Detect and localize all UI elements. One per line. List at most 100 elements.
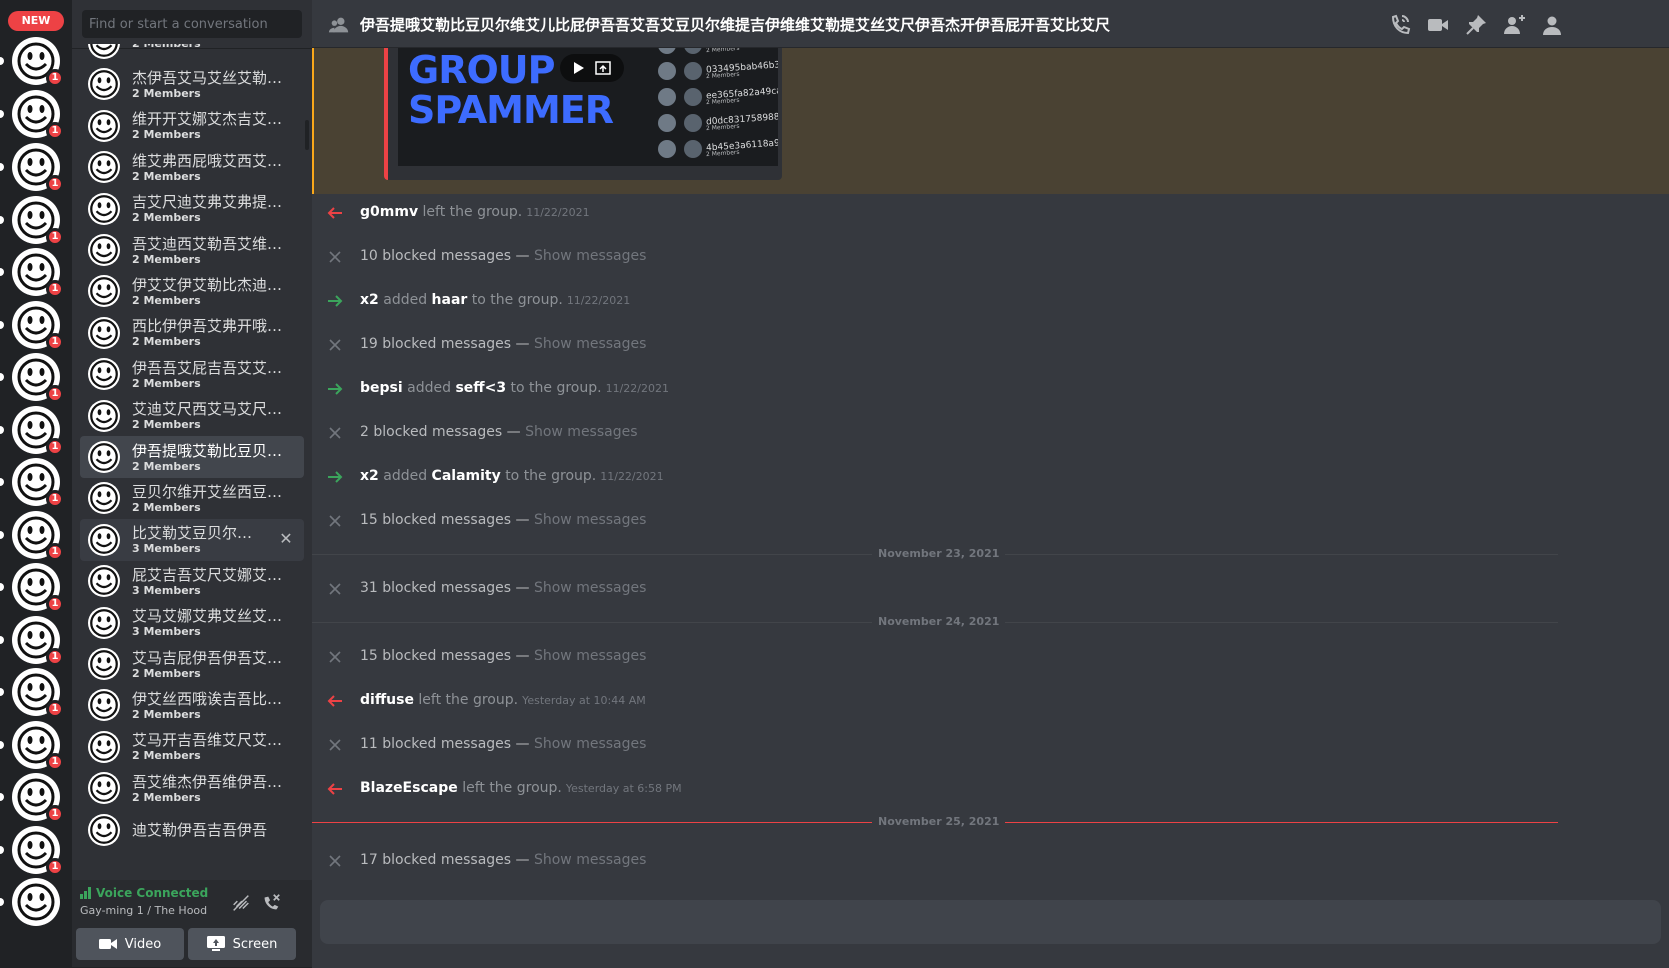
dm-list-item[interactable]: 西比伊伊吾艾弗开哦… 2 Members [80,312,304,354]
show-messages-link[interactable]: Show messages [534,648,646,664]
added-username[interactable]: seff<3 [455,380,506,396]
voice-channel-label[interactable]: Gay-ming 1 / The Hood [80,904,207,917]
unread-indicator [0,583,4,591]
disconnect-icon[interactable] [260,892,282,914]
show-messages-link[interactable]: Show messages [534,512,646,528]
server-rail-item[interactable]: 1 [0,301,64,351]
dm-text: 艾马吉屁伊吾伊吾艾… 2 Members [132,649,282,680]
username[interactable]: x2 [360,292,379,308]
server-rail-item[interactable]: 1 [0,721,64,771]
username[interactable]: BlazeEscape [360,780,458,796]
close-icon[interactable]: ✕ [278,530,294,547]
show-messages-link[interactable]: Show messages [534,736,646,752]
dm-list-item[interactable]: 维艾弗西屁哦艾西艾… 2 Members [80,146,304,188]
dm-list-item[interactable]: 伊艾艾伊艾勒比杰迪… 2 Members [80,270,304,312]
system-text: to the group. [471,292,563,308]
dm-list-item[interactable]: 2 Members [80,44,304,64]
member-list-icon[interactable] [1540,13,1564,37]
server-rail-item[interactable]: 1 [0,826,64,876]
dm-list-item[interactable]: 吉艾尺迪艾弗艾弗提… 2 Members [80,188,304,230]
username[interactable]: g0mmv [360,204,418,220]
blocked-icon [326,424,344,442]
embed-media-controls[interactable] [560,54,624,82]
blocked-messages-row: 17 blocked messages — Show messages [312,838,1669,882]
server-rail: NEW 1 1 1 1 1 1 1 1 1 1 1 1 1 1 1 1 [0,0,72,968]
dm-list-item[interactable]: 艾马艾娜艾弗艾丝艾… 3 Members [80,602,304,644]
video-button[interactable]: Video [76,928,184,960]
pin-icon[interactable] [1464,13,1488,37]
noise-suppression-icon[interactable] [230,892,252,914]
system-verb: added [383,292,428,308]
username[interactable]: diffuse [360,692,414,708]
server-rail-item[interactable]: 1 [0,511,64,561]
mention-count-badge: 1 [46,543,64,561]
dm-list-item[interactable]: 吾艾维杰伊吾维伊吾… 2 Members [80,767,304,809]
signal-icon [80,887,91,899]
server-rail-item[interactable]: 1 [0,143,64,193]
dm-text: 伊艾丝西哦诶吉吾比… 2 Members [132,690,282,721]
server-rail-item[interactable] [0,878,60,926]
new-messages-divider: November 25, 2021 [312,813,1558,833]
dm-member-count: 2 Members [132,211,201,225]
dm-name: 艾马开吉吾维艾尺艾… [132,731,282,750]
show-messages-link[interactable]: Show messages [534,248,646,264]
username[interactable]: x2 [360,468,379,484]
server-rail-item[interactable]: 1 [0,406,64,456]
server-rail-item[interactable]: 1 [0,668,64,718]
server-rail-item[interactable]: 1 [0,196,64,246]
dm-list-item[interactable]: 比艾勒艾豆贝尔… 3 Members ✕ [80,518,304,561]
show-messages-link[interactable]: Show messages [534,336,646,352]
server-rail-item[interactable]: 1 [0,563,64,613]
username[interactable]: bepsi [360,380,403,396]
dm-name: 豆贝尔维开艾丝西豆… [132,482,282,501]
server-rail-item[interactable]: 1 [0,37,64,87]
avatar [88,316,120,349]
open-external-icon[interactable] [595,61,611,75]
dm-list-item[interactable]: 迪艾勒伊吾吉吾伊吾 [80,809,304,851]
show-messages-link[interactable]: Show messages [534,580,646,596]
dm-list-item[interactable]: 伊吾提哦艾勒比豆贝… 2 Members [80,436,304,478]
screen-share-button[interactable]: Screen [188,928,296,960]
server-rail-item[interactable]: 1 [0,458,64,508]
dm-list-item[interactable]: 艾马吉屁伊吾伊吾艾… 2 Members [80,643,304,685]
added-username[interactable]: haar [432,292,468,308]
server-rail-item[interactable]: 1 [0,248,64,298]
timestamp: Yesterday at 10:44 AM [522,694,646,707]
blocked-messages-row: 15 blocked messages — Show messages [312,634,1669,678]
server-rail-item[interactable]: 1 [0,90,64,140]
message-composer[interactable] [320,900,1661,944]
added-username[interactable]: Calamity [432,468,501,484]
message-embed[interactable]: GROUP SPAMMER 3be2c...2 Members033495bab… [384,48,782,180]
dm-list-item[interactable]: 艾迪艾尺西艾马艾尺… 2 Members [80,395,304,437]
dm-member-count: 2 Members [132,44,282,50]
dm-search-input[interactable] [82,10,302,38]
dm-list-item[interactable]: 屁艾吉吾艾尺艾娜艾… 3 Members [80,560,304,602]
play-icon[interactable] [573,61,585,75]
dm-list-item[interactable]: 艾马开吉吾维艾尺艾… 2 Members [80,726,304,768]
dm-text: 吾艾维杰伊吾维伊吾… 2 Members [132,773,282,804]
show-messages-link[interactable]: Show messages [525,424,637,440]
video-call-icon[interactable] [1426,13,1450,37]
blocked-count: 10 blocked messages — [360,248,530,264]
embed-row-members: 2 Members [705,48,740,55]
embed-image[interactable]: GROUP SPAMMER 3be2c...2 Members033495bab… [398,48,778,166]
dm-list-item[interactable]: 伊吾吾艾屁吉吾艾艾… 2 Members [80,353,304,395]
server-rail-item[interactable]: 1 [0,773,64,823]
add-friends-icon[interactable] [1502,13,1526,37]
voice-status[interactable]: Voice Connected [80,886,208,900]
dm-name: 迪艾勒伊吾吉吾伊吾 [132,820,268,839]
avatar [88,399,120,432]
dm-list-item[interactable]: 维开开艾娜艾杰吉艾… 2 Members [80,105,304,147]
dm-list-scrollbar[interactable] [305,120,309,150]
new-unreads-badge[interactable]: NEW [8,11,64,31]
show-messages-link[interactable]: Show messages [534,852,646,868]
call-icon[interactable] [1388,13,1412,37]
mention-count-badge: 1 [46,122,64,140]
server-rail-item[interactable]: 1 [0,616,64,666]
server-rail-item[interactable]: 1 [0,353,64,403]
dm-list-item[interactable]: 伊艾丝西哦诶吉吾比… 2 Members [80,684,304,726]
dm-list-item[interactable]: 杰伊吾艾马艾丝艾勒… 2 Members [80,63,304,105]
blocked-icon [326,336,344,354]
dm-list-item[interactable]: 豆贝尔维开艾丝西豆… 2 Members [80,477,304,519]
dm-list-item[interactable]: 吾艾迪西艾勒吾艾维… 2 Members [80,229,304,271]
